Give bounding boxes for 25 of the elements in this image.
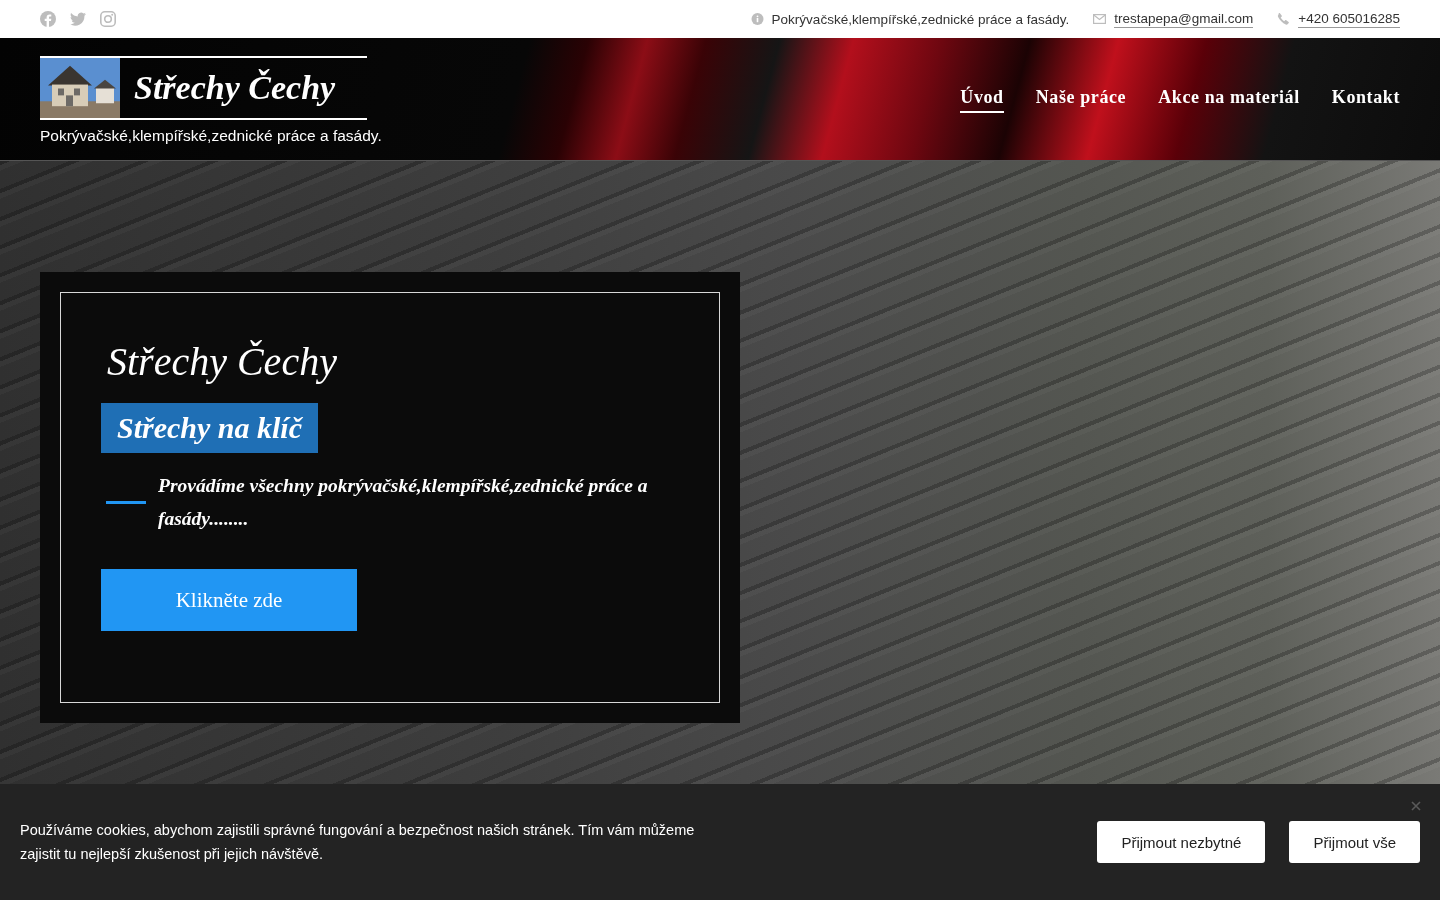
phone-icon (1277, 13, 1291, 25)
hero-title: Střechy Čechy (107, 338, 337, 386)
phone-link[interactable]: +420 605016285 (1298, 10, 1400, 28)
info-icon (750, 13, 764, 25)
site-tagline: Pokrývačské,klempířské,zednické práce a fasády. (40, 126, 382, 145)
site-title[interactable]: Střechy Čechy (134, 69, 336, 107)
logo-banner[interactable]: Střechy Čechy (40, 55, 368, 120)
accept-button[interactable]: Přijmout nezbytné (1097, 821, 1266, 863)
twitter-icon[interactable] (70, 11, 86, 27)
nav-link[interactable]: Úvod (960, 87, 1004, 113)
highlight-heading: Střechy na klíč (101, 403, 318, 453)
nav-link[interactable]: Akce na materiál (1158, 87, 1300, 113)
facebook-icon[interactable] (40, 11, 56, 27)
nav-link[interactable]: Naše práce (1035, 87, 1127, 113)
accent-line (106, 500, 146, 504)
hero-text: Provádíme všechny pokrývačské,klempířské,zednické práce a fasády........ (158, 474, 649, 531)
mail-icon (1093, 13, 1107, 25)
contact-text: Pokrývačské,klempířské,zednické práce a fasády. (771, 11, 1070, 27)
cookie-text: Používáme cookies, abychom zajistili správné fungování a bezpečnost našich stránek. Tím vám můžeme zajistit tu nejlepší zkušenost při jejich návštěvě. (20, 821, 696, 864)
close-button[interactable] (1411, 801, 1421, 811)
email-link[interactable]: trestapepa@gmail.com (1114, 10, 1254, 28)
close-icon (1411, 801, 1421, 811)
accept-button[interactable]: Přijmout vše (1289, 821, 1420, 863)
nav-link[interactable]: Kontakt (1331, 87, 1400, 113)
instagram-icon[interactable] (100, 11, 116, 27)
